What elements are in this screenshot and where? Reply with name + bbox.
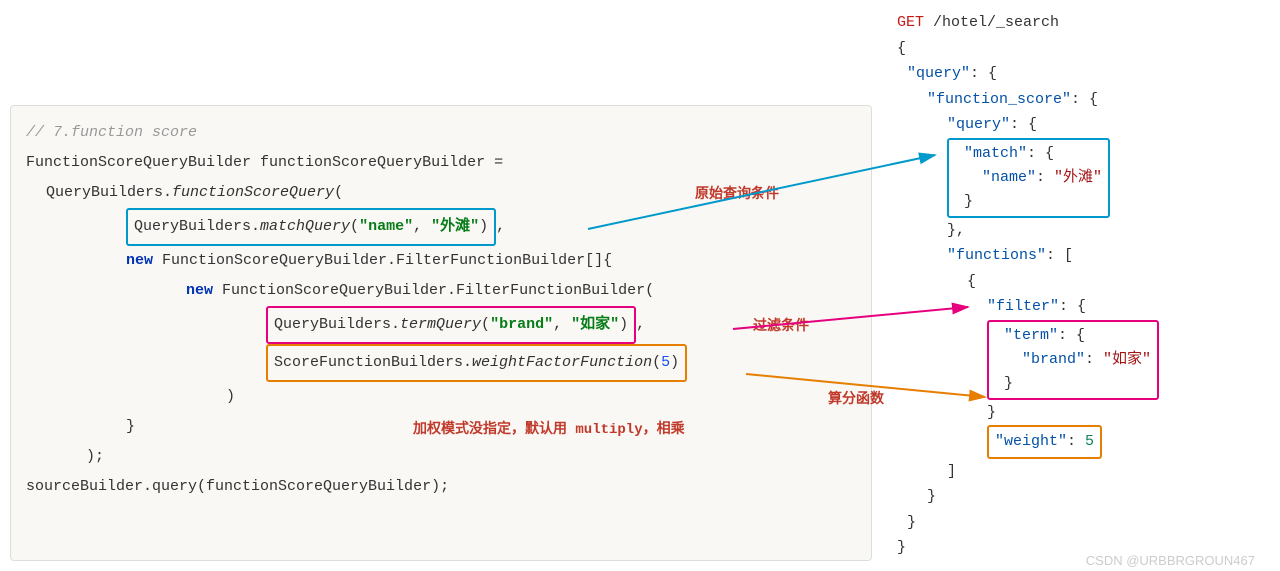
json-line: } bbox=[897, 400, 1277, 426]
code-line: ); bbox=[26, 442, 856, 472]
json-line: ] bbox=[897, 459, 1277, 485]
json-line: } bbox=[897, 484, 1277, 510]
code-line: new FunctionScoreQueryBuilder.FilterFunc… bbox=[26, 246, 856, 276]
code-line: new FunctionScoreQueryBuilder.FilterFunc… bbox=[26, 276, 856, 306]
weight-function-line: ScoreFunctionBuilders.weightFactorFuncti… bbox=[26, 344, 856, 382]
json-line: { bbox=[897, 269, 1277, 295]
json-line: "filter": { bbox=[897, 294, 1277, 320]
match-query-line: QueryBuilders.matchQuery("name", "外滩"), bbox=[26, 208, 856, 246]
annotation-label: 过滤条件 bbox=[753, 315, 809, 335]
java-code-panel: // 7.function score FunctionScoreQueryBu… bbox=[10, 105, 872, 561]
json-line: "functions": [ bbox=[897, 243, 1277, 269]
json-line: "function_score": { bbox=[897, 87, 1277, 113]
json-panel: GET /hotel/_search { "query": { "functio… bbox=[897, 10, 1277, 561]
annotation-label: 加权模式没指定，默认用 multiply，相乘 bbox=[413, 418, 685, 438]
code-line: ) bbox=[26, 382, 856, 412]
watermark: CSDN @URBBRGROUN467 bbox=[1086, 553, 1255, 568]
json-line: }, bbox=[897, 218, 1277, 244]
code-line: FunctionScoreQueryBuilder functionScoreQ… bbox=[26, 148, 856, 178]
json-weight-box: "weight": 5 bbox=[897, 425, 1277, 459]
code-line: sourceBuilder.query(functionScoreQueryBu… bbox=[26, 472, 856, 502]
json-line: GET /hotel/_search bbox=[897, 10, 1277, 36]
json-match-box: "match": { "name": "外滩" } bbox=[897, 138, 1277, 218]
json-term-box: "term": { "brand": "如家" } bbox=[897, 320, 1277, 400]
json-line: "query": { bbox=[897, 112, 1277, 138]
annotation-label: 原始查询条件 bbox=[695, 183, 779, 203]
json-line: } bbox=[897, 510, 1277, 536]
json-line: "query": { bbox=[897, 61, 1277, 87]
annotation-label: 算分函数 bbox=[828, 388, 884, 408]
code-comment: // 7.function score bbox=[26, 118, 856, 148]
json-line: { bbox=[897, 36, 1277, 62]
term-query-line: QueryBuilders.termQuery("brand", "如家"), bbox=[26, 306, 856, 344]
